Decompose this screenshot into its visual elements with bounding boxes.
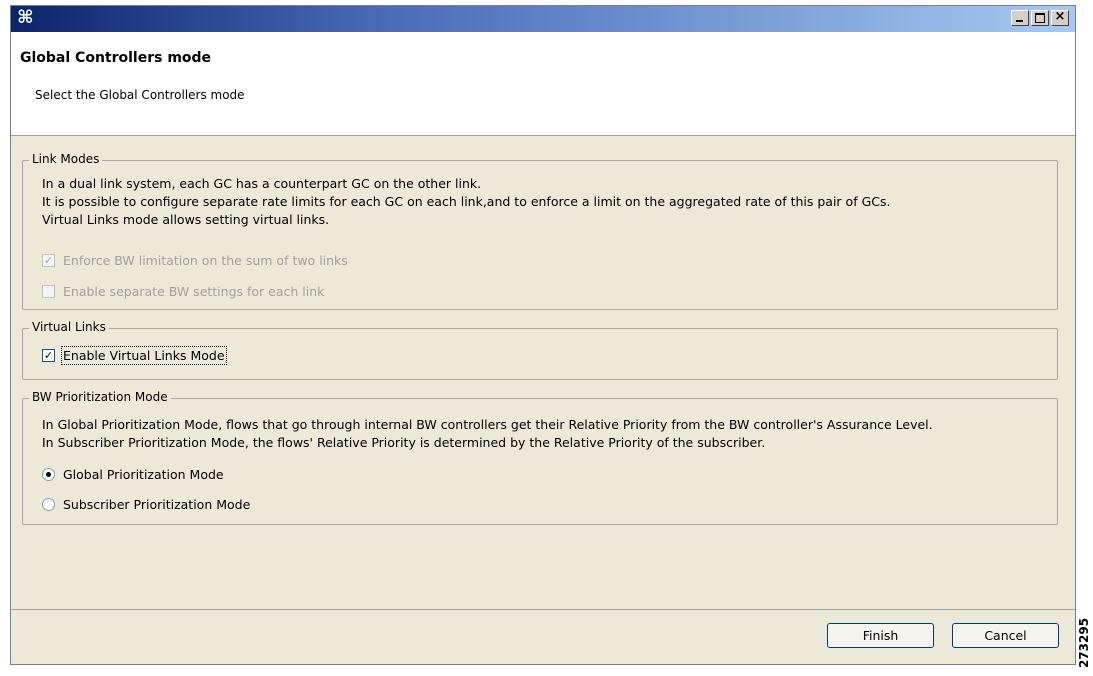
enforce-bw-option: ✓ Enforce BW limitation on the sum of tw… bbox=[42, 253, 348, 268]
wizard-window: ⌘ × Global Controllers mode Select the G… bbox=[10, 5, 1076, 665]
global-prioritization-option: Global Prioritization Mode bbox=[42, 467, 224, 482]
minimize-button[interactable] bbox=[1011, 10, 1029, 26]
title-bar[interactable]: ⌘ × bbox=[11, 6, 1075, 32]
link-modes-description-2: It is possible to configure separate rat… bbox=[42, 194, 891, 209]
separate-bw-option: Enable separate BW settings for each lin… bbox=[42, 284, 324, 299]
figure-id-label: 273295 bbox=[1077, 617, 1092, 669]
close-icon: × bbox=[1054, 9, 1066, 24]
separate-bw-label: Enable separate BW settings for each lin… bbox=[63, 284, 325, 299]
page-subtitle: Select the Global Controllers mode bbox=[35, 88, 245, 102]
bw-prioritization-description-2: In Subscriber Prioritization Mode, the f… bbox=[42, 435, 766, 450]
subscriber-prioritization-radio[interactable] bbox=[42, 498, 55, 511]
footer-separator bbox=[11, 609, 1075, 610]
window-controls: × bbox=[1011, 9, 1069, 26]
subscriber-prioritization-label: Subscriber Prioritization Mode bbox=[63, 497, 251, 512]
page-title: Global Controllers mode bbox=[20, 50, 212, 66]
link-modes-group: Link Modes In a dual link system, each G… bbox=[22, 152, 1058, 310]
app-logo-icon: ⌘ bbox=[17, 7, 34, 28]
close-button[interactable]: × bbox=[1051, 9, 1069, 26]
link-modes-description-1: In a dual link system, each GC has a cou… bbox=[42, 176, 482, 191]
enforce-bw-label: Enforce BW limitation on the sum of two … bbox=[63, 253, 348, 268]
bw-prioritization-description-1: In Global Prioritization Mode, flows tha… bbox=[42, 417, 933, 432]
virtual-links-legend: Virtual Links bbox=[29, 320, 109, 334]
wizard-header: Global Controllers mode Select the Globa… bbox=[11, 32, 1075, 136]
bw-prioritization-group: BW Prioritization Mode In Global Priorit… bbox=[22, 390, 1058, 525]
virtual-links-group: Virtual Links ✓ Enable Virtual Links Mod… bbox=[22, 320, 1058, 380]
cancel-button[interactable]: Cancel bbox=[952, 623, 1059, 648]
subscriber-prioritization-option: Subscriber Prioritization Mode bbox=[42, 497, 250, 512]
separate-bw-checkbox[interactable] bbox=[42, 285, 55, 298]
link-modes-description-3: Virtual Links mode allows setting virtua… bbox=[42, 212, 330, 227]
figure-id: 273295 bbox=[1077, 618, 1093, 668]
link-modes-legend: Link Modes bbox=[29, 152, 103, 166]
global-prioritization-label: Global Prioritization Mode bbox=[63, 467, 224, 482]
virtual-links-option: ✓ Enable Virtual Links Mode bbox=[42, 346, 227, 365]
enable-virtual-links-label: Enable Virtual Links Mode bbox=[61, 346, 227, 365]
bw-prioritization-legend: BW Prioritization Mode bbox=[29, 390, 171, 404]
finish-button[interactable]: Finish bbox=[827, 623, 934, 648]
global-prioritization-radio[interactable] bbox=[42, 468, 55, 481]
enforce-bw-checkbox[interactable]: ✓ bbox=[42, 254, 55, 267]
maximize-button[interactable] bbox=[1031, 10, 1049, 26]
enable-virtual-links-checkbox[interactable]: ✓ bbox=[42, 349, 55, 362]
